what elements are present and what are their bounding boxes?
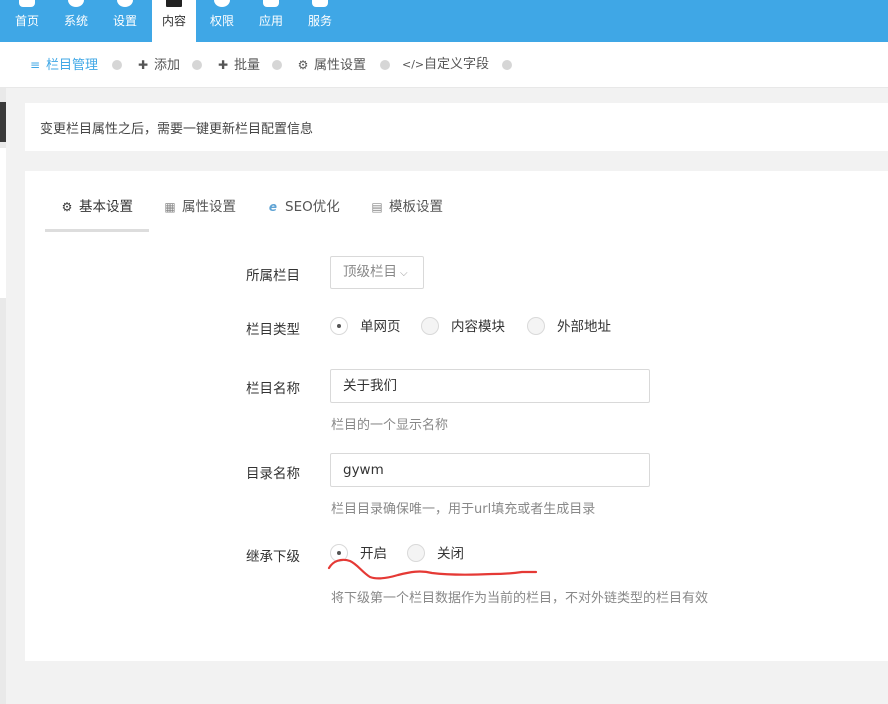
column-name-help: 栏目的一个显示名称	[331, 418, 449, 433]
subnav-attr-settings[interactable]: ⚙ 属性设置	[296, 56, 366, 74]
column-type-label: 栏目类型	[246, 322, 300, 338]
radio-single-page[interactable]	[330, 317, 348, 335]
dir-name-input[interactable]: gywm	[330, 453, 650, 487]
column-type-radio-group: 单网页 内容模块 外部地址	[330, 317, 650, 337]
collapse-chevron-icon[interactable]	[0, 102, 6, 142]
radio-content-module[interactable]	[421, 317, 439, 335]
ie-icon: e	[268, 200, 278, 214]
parent-column-label: 所属栏目	[246, 268, 300, 284]
chevron-down-icon: ⌵	[400, 268, 408, 279]
home-icon	[19, 0, 35, 7]
tab-label: 基本设置	[79, 199, 133, 215]
plus-icon: ✚	[137, 58, 149, 72]
tab-seo[interactable]: e SEO优化	[266, 198, 340, 216]
gear-icon: ⚙	[61, 200, 73, 214]
subnav-add[interactable]: ✚ 添加	[136, 56, 180, 74]
dir-name-help: 栏目目录确保唯一，用于url填充或者生成目录	[331, 502, 596, 517]
separator-dot	[112, 60, 122, 70]
radio-label: 关闭	[437, 546, 464, 562]
dir-name-label: 目录名称	[246, 466, 300, 482]
active-tab-indicator	[45, 229, 149, 232]
gear-icon: ⚙	[297, 58, 309, 72]
table-icon: ▦	[164, 200, 176, 214]
user-icon	[214, 0, 230, 7]
radio-label: 内容模块	[451, 319, 505, 335]
inherit-radio-group: 开启 关闭	[330, 544, 530, 564]
subnav-batch[interactable]: ✚ 批量	[216, 56, 260, 74]
subnav-column-manage[interactable]: ≡ 栏目管理	[28, 56, 98, 74]
nav-label: 系统	[63, 14, 88, 28]
tab-label: 属性设置	[182, 199, 236, 215]
nav-label: 内容	[161, 14, 186, 28]
tab-basic-settings[interactable]: ⚙ 基本设置	[60, 198, 133, 216]
nav-item-content[interactable]: 内容	[152, 0, 196, 42]
radio-label: 外部地址	[557, 319, 611, 335]
grid-icon	[166, 0, 182, 7]
separator-dot	[192, 60, 202, 70]
tab-label: SEO优化	[285, 199, 340, 215]
nav-label: 首页	[14, 14, 39, 28]
column-name-value: 关于我们	[343, 378, 397, 394]
nav-label: 设置	[112, 14, 137, 28]
column-name-input[interactable]: 关于我们	[330, 369, 650, 403]
nav-item-settings[interactable]: 设置	[102, 0, 148, 42]
tab-template[interactable]: ▤ 模板设置	[370, 198, 443, 216]
chat-icon	[312, 0, 328, 7]
parent-column-select[interactable]: 顶级栏目 ⌵	[330, 256, 424, 289]
nav-item-permission[interactable]: 权限	[199, 0, 245, 42]
sidebar-edge	[0, 88, 6, 704]
plus-icon: ✚	[217, 58, 229, 72]
html5-icon: ▤	[371, 200, 383, 214]
nav-item-apps[interactable]: 应用	[248, 0, 294, 42]
column-name-label: 栏目名称	[246, 381, 300, 397]
sidebar-panel-edge	[0, 148, 6, 298]
separator-dot	[380, 60, 390, 70]
nav-label: 应用	[258, 14, 283, 28]
form-panel: ⚙ 基本设置 ▦ 属性设置 e SEO优化 ▤ 模板设置 所属栏目 顶级栏目 ⌵ 栏目类型…	[25, 171, 888, 661]
subnav-label: 批量	[234, 58, 261, 73]
parent-column-value: 顶级栏目	[343, 264, 397, 280]
notice-box: 变更栏目属性之后，需要一键更新栏目配置信息	[25, 103, 888, 151]
gears-icon	[117, 0, 133, 7]
top-nav: 首页 系统 设置 内容 权限 应用 服务	[0, 0, 888, 42]
subnav-custom-fields[interactable]: </>自定义字段	[402, 56, 489, 74]
subnav-label: 自定义字段	[424, 57, 490, 72]
nav-label: 权限	[209, 14, 234, 28]
notice-text: 变更栏目属性之后，需要一键更新栏目配置信息	[40, 122, 314, 137]
dir-name-value: gywm	[343, 462, 384, 478]
subnav-label: 栏目管理	[46, 58, 99, 73]
tab-attr-settings[interactable]: ▦ 属性设置	[163, 198, 236, 216]
radio-label: 单网页	[360, 319, 401, 335]
sub-toolbar: ≡ 栏目管理 ✚ 添加 ✚ 批量 ⚙ 属性设置 </>自定义字段	[0, 42, 888, 88]
radio-disable[interactable]	[407, 544, 425, 562]
radio-label: 开启	[360, 546, 387, 562]
puzzle-icon	[263, 0, 279, 7]
separator-dot	[272, 60, 282, 70]
code-icon: </>	[402, 58, 425, 71]
tab-label: 模板设置	[389, 199, 443, 215]
nav-item-home[interactable]: 首页	[4, 0, 50, 42]
radio-external-url[interactable]	[527, 317, 545, 335]
inherit-label: 继承下级	[246, 549, 300, 565]
subnav-label: 添加	[154, 58, 181, 73]
inherit-help: 将下级第一个栏目数据作为当前的栏目，不对外链类型的栏目有效	[331, 591, 709, 606]
separator-dot	[502, 60, 512, 70]
nav-item-system[interactable]: 系统	[53, 0, 99, 42]
globe-icon	[68, 0, 84, 7]
subnav-label: 属性设置	[314, 58, 367, 73]
nav-item-service[interactable]: 服务	[297, 0, 343, 42]
list-icon: ≡	[29, 58, 41, 72]
nav-label: 服务	[307, 14, 332, 28]
radio-enable[interactable]	[330, 544, 348, 562]
